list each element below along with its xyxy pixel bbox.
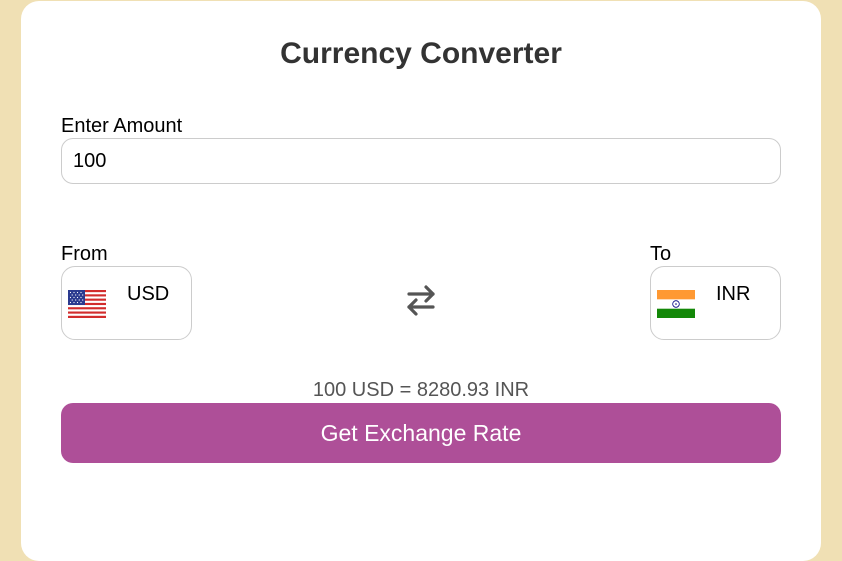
from-currency-code: USD (127, 283, 170, 305)
india-flag-icon (657, 290, 695, 318)
from-label: From (61, 243, 108, 265)
converter-card: Currency Converter Enter Amount From (21, 1, 821, 561)
us-flag-icon (68, 290, 106, 318)
exchange-result: 100 USD = 8280.93 INR (312, 379, 530, 401)
to-currency-code: INR (716, 283, 751, 305)
get-exchange-rate-button[interactable]: Get Exchange Rate (61, 403, 781, 463)
swap-arrows-icon[interactable] (401, 283, 441, 319)
page-title: Currency Converter (280, 37, 562, 70)
amount-input[interactable] (61, 138, 781, 184)
to-label: To (650, 243, 672, 265)
to-currency-select[interactable]: INR (650, 266, 781, 340)
amount-label: Enter Amount (61, 115, 183, 137)
from-currency-select[interactable]: USD (61, 266, 192, 340)
